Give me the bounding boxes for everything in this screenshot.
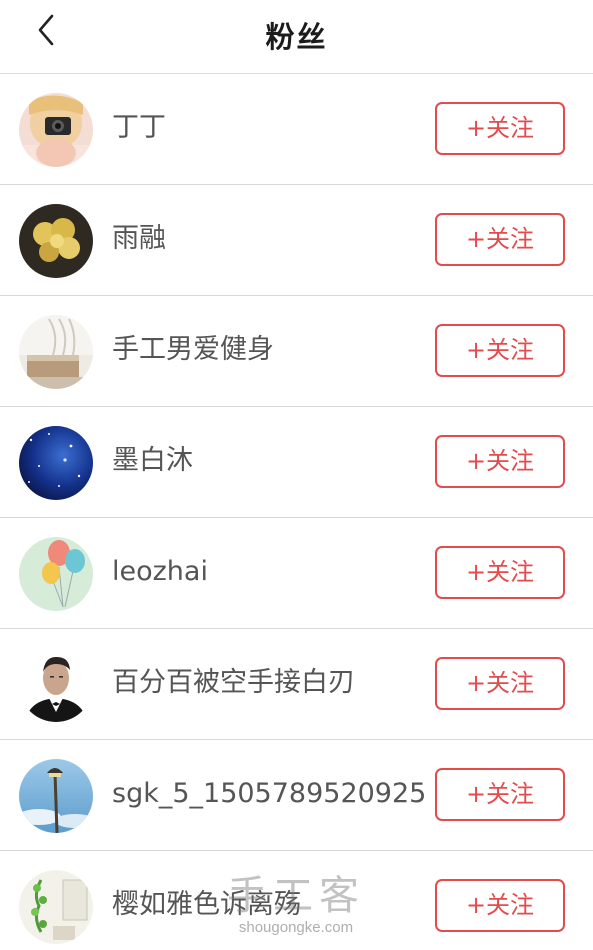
follow-button[interactable]: +关注 [435,435,565,488]
avatar[interactable] [19,759,93,833]
page-title: 粉丝 [265,20,328,54]
user-name: 手工男爱健身 [112,334,274,365]
list-item[interactable]: 樱如雅色诉离殇 +关注 [0,851,593,950]
user-name: 樱如雅色诉离殇 [112,889,301,920]
list-item[interactable]: 墨白沐 +关注 [0,407,593,518]
avatar[interactable] [19,315,93,389]
user-name: 丁丁 [112,112,166,143]
list-item[interactable]: 手工男爱健身 +关注 [0,296,593,407]
navigation-bar: 粉丝 [0,0,593,74]
list-item[interactable]: leozhai +关注 [0,518,593,629]
follow-button[interactable]: +关注 [435,324,565,377]
followers-screen: 粉丝 丁丁 +关注 雨融 +关注 手工男爱健身 +关注 墨白沐 +关注 leoz… [0,0,593,950]
follow-button[interactable]: +关注 [435,546,565,599]
list-item[interactable]: 百分百被空手接白刃 +关注 [0,629,593,740]
avatar[interactable] [19,204,93,278]
avatar[interactable] [19,648,93,722]
avatar[interactable] [19,537,93,611]
list-item[interactable]: sgk_5_1505789520925 +关注 [0,740,593,851]
user-name: 墨白沐 [112,445,193,476]
avatar[interactable] [19,870,93,944]
list-item[interactable]: 丁丁 +关注 [0,74,593,185]
user-name: sgk_5_1505789520925 [112,778,427,809]
follow-button[interactable]: +关注 [435,213,565,266]
follow-button[interactable]: +关注 [435,102,565,155]
user-name: 雨融 [112,223,166,254]
user-name: 百分百被空手接白刃 [112,667,355,698]
avatar[interactable] [19,93,93,167]
follow-button[interactable]: +关注 [435,879,565,932]
list-item[interactable]: 雨融 +关注 [0,185,593,296]
follow-button[interactable]: +关注 [435,768,565,821]
follow-button[interactable]: +关注 [435,657,565,710]
followers-list: 丁丁 +关注 雨融 +关注 手工男爱健身 +关注 墨白沐 +关注 leozhai… [0,74,593,950]
user-name: leozhai [112,556,208,587]
avatar[interactable] [19,426,93,500]
